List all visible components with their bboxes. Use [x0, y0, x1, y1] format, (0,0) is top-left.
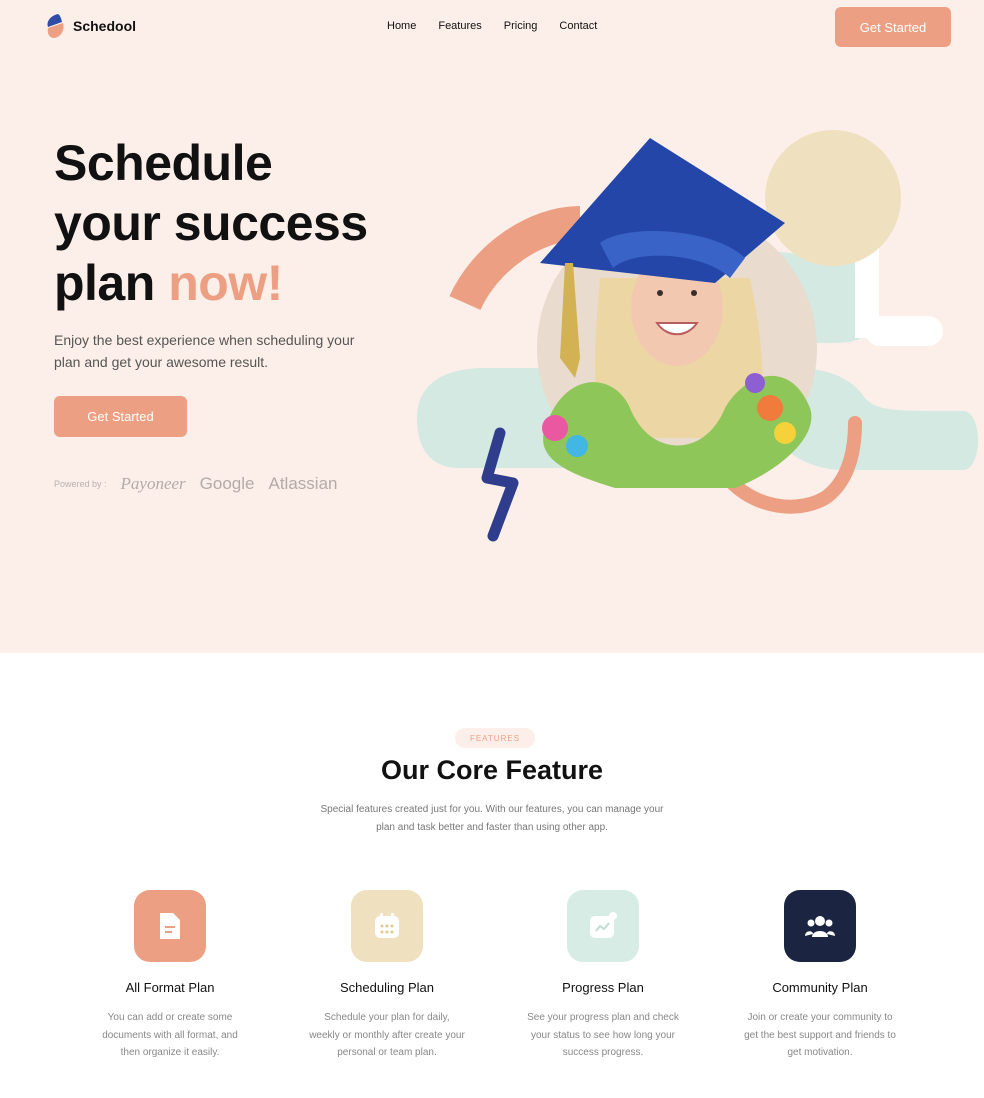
headline-line-3: plan — [54, 255, 169, 311]
sun-circle — [765, 130, 901, 266]
chart-icon — [567, 890, 639, 962]
feature-description: You can add or create some documents wit… — [102, 1012, 238, 1058]
feature-card-all-format[interactable]: All Format Plan You can add or create so… — [70, 890, 270, 1062]
hero-get-started-button[interactable]: Get Started — [54, 396, 187, 437]
feature-title: Progress Plan — [562, 980, 644, 995]
nav-pricing[interactable]: Pricing — [504, 20, 538, 32]
portrait-eye-right — [691, 290, 697, 296]
feature-title: All Format Plan — [125, 980, 215, 995]
lei-flower-5 — [745, 373, 765, 393]
headline-accent: now! — [168, 255, 283, 311]
nav-contact[interactable]: Contact — [559, 20, 597, 32]
nav-home[interactable]: Home — [387, 20, 416, 32]
features-section: FEATURES Our Core Feature Special featur… — [0, 653, 984, 1098]
hero-description: Enjoy the best experience when schedulin… — [54, 332, 355, 370]
brand-name: Schedool — [73, 18, 137, 34]
calendar-icon — [351, 890, 423, 962]
features-tag: FEATURES — [455, 728, 535, 748]
document-icon — [134, 890, 206, 962]
main-nav: Home Features Pricing Contact — [387, 20, 597, 32]
features-title: Our Core Feature — [380, 755, 604, 785]
feature-card-progress[interactable]: Progress Plan See your progress plan and… — [503, 890, 703, 1062]
hero-illustration — [417, 130, 978, 542]
lei-flower-2 — [566, 435, 588, 457]
community-icon — [784, 890, 856, 962]
lei-flower-1 — [542, 415, 568, 441]
lei-flower-4 — [774, 422, 796, 444]
hero-section: Schedool Home Features Pricing Contact G… — [0, 0, 984, 653]
powered-by-label: Powered by : — [54, 479, 107, 489]
feature-card-community[interactable]: Community Plan Join or create your commu… — [720, 890, 920, 1062]
feature-description: Schedule your plan for daily, weekly or … — [309, 1012, 465, 1058]
headline-line-1: Schedule — [54, 135, 273, 191]
brand-logo[interactable]: Schedool — [44, 13, 136, 39]
payoneer-logo: Payoneer — [120, 474, 186, 493]
headline-line-2: your success — [54, 195, 368, 251]
feature-title: Community Plan — [772, 980, 868, 995]
features-subtitle: Special features created just for you. W… — [320, 804, 664, 833]
header-get-started-button[interactable]: Get Started — [835, 7, 951, 47]
feature-description: Join or create your community to get the… — [744, 1012, 896, 1058]
partner-logos: Powered by : Payoneer Google Atlassian — [54, 474, 337, 494]
nav-features[interactable]: Features — [438, 20, 481, 32]
feature-title: Scheduling Plan — [340, 980, 434, 995]
feature-description: See your progress plan and check your st… — [527, 1012, 679, 1058]
hero-headline: Schedule your success plan now! — [54, 133, 368, 313]
logo-icon — [47, 14, 64, 38]
lei-flower-3 — [757, 395, 783, 421]
google-logo: Google — [199, 474, 255, 493]
atlassian-logo: Atlassian — [268, 474, 338, 493]
feature-card-scheduling[interactable]: Scheduling Plan Schedule your plan for d… — [287, 890, 487, 1062]
portrait-eye-left — [657, 290, 663, 296]
